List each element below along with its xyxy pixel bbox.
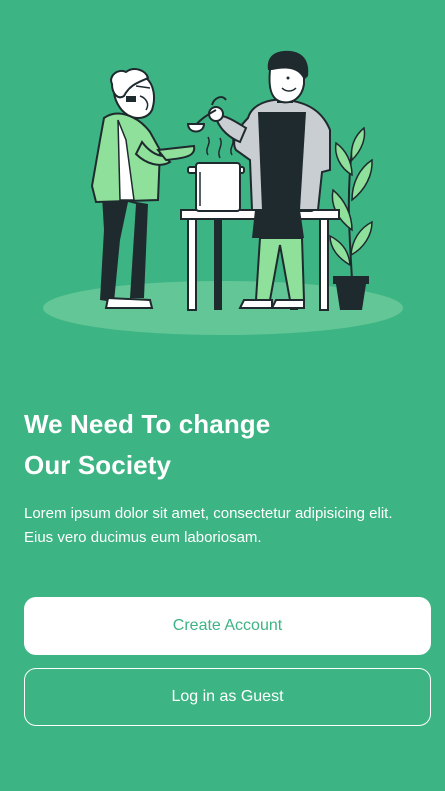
title-line-2: Our Society [24, 450, 172, 480]
onboarding-screen: We Need To change Our Society Lorem ipsu… [0, 0, 445, 791]
guest-login-button[interactable]: Log in as Guest [24, 668, 431, 726]
volunteer-serving-soup-illustration [43, 50, 403, 335]
page-title: We Need To change Our Society [24, 404, 424, 486]
elderly-man-figure [90, 68, 196, 309]
page-description: Lorem ipsum dolor sit amet, consectetur … [24, 505, 393, 546]
title-line-1: We Need To change [24, 409, 271, 439]
create-account-button[interactable]: Create Account [24, 597, 431, 655]
